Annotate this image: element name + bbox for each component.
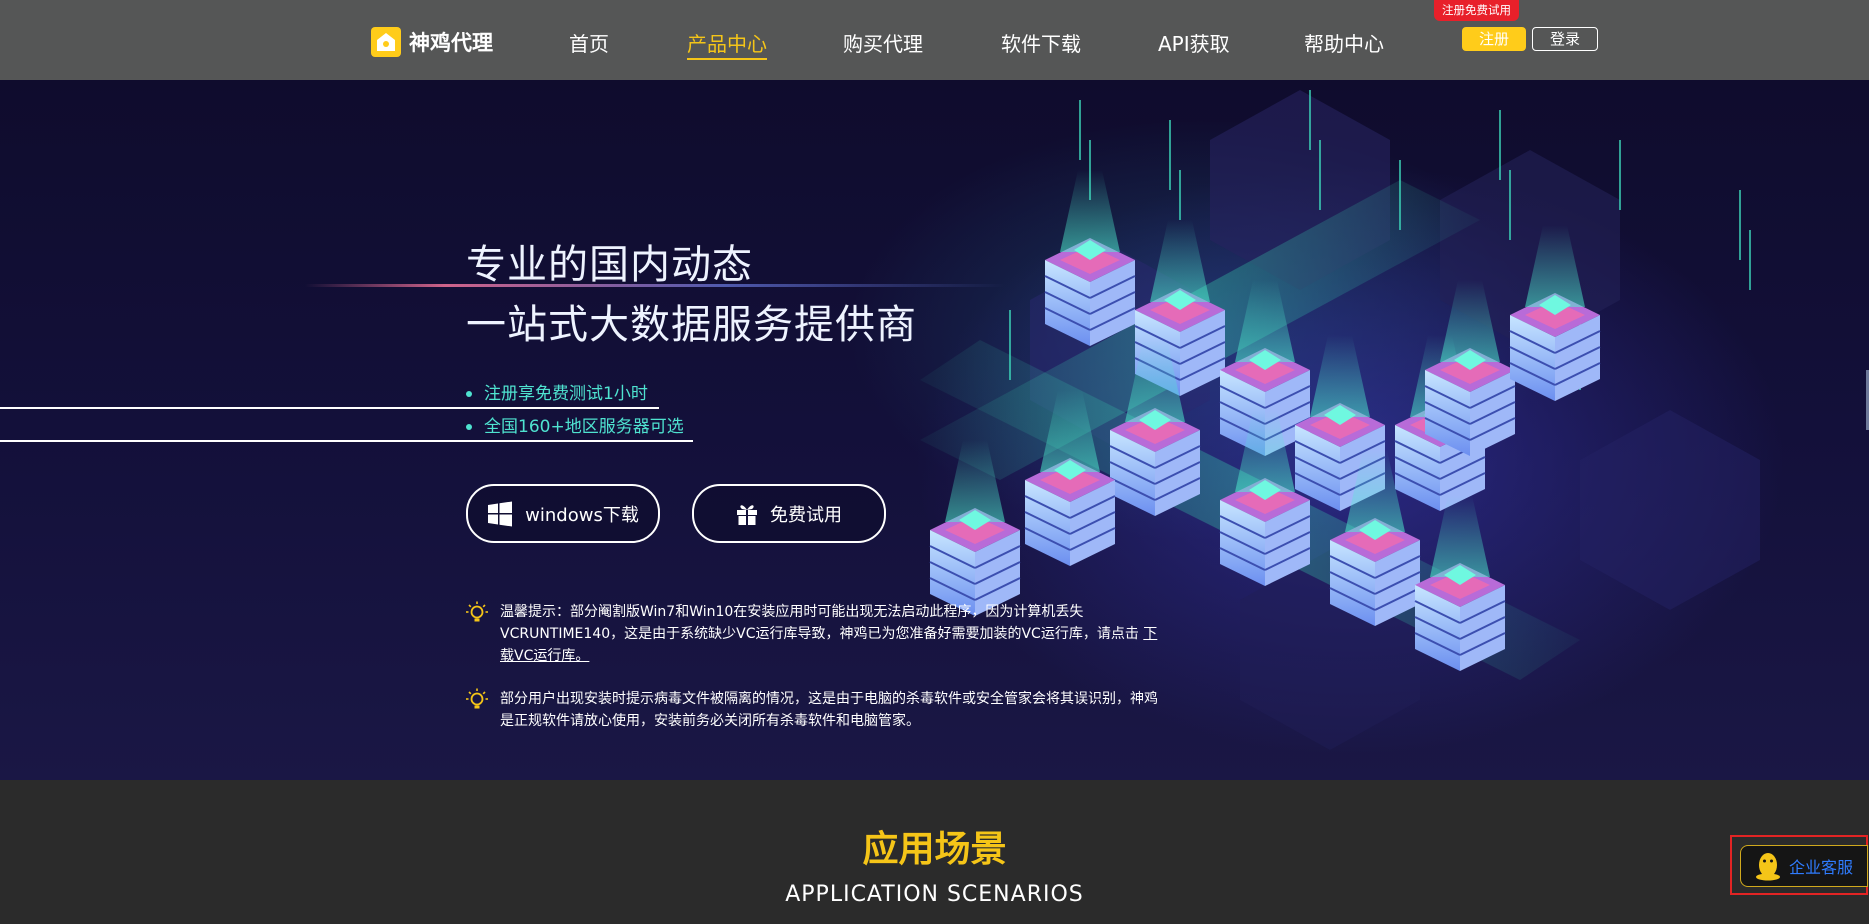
enterprise-service-label: 企业客服 [1789, 858, 1854, 877]
server-illustration [920, 90, 1760, 750]
nav-products[interactable]: 产品中心 [687, 28, 767, 60]
hero-banner: 专业的国内动态 一站式大数据服务提供商 注册享免费测试1小时 全国160+地区服… [0, 80, 1869, 780]
nav-home[interactable]: 首页 [569, 28, 609, 57]
lightbulb-icon [466, 688, 488, 709]
hero-headline-line-1: 专业的国内动态 [466, 242, 753, 288]
feature-item-free-trial: 注册享免费测试1小时 [466, 379, 648, 404]
logo-icon [371, 27, 401, 57]
feature-item-server-regions: 全国160+地区服务器可选 [466, 412, 684, 437]
top-navigation-bar: 神鸡代理 首页 产品中心 购买代理 软件下载 API获取 帮助中心 注册免费试用… [0, 0, 1869, 80]
section-subtitle: APPLICATION SCENARIOS [785, 882, 1084, 907]
free-trial-button[interactable]: 免费试用 [692, 484, 886, 543]
promo-badge: 注册免费试用 [1434, 0, 1519, 21]
login-button[interactable]: 登录 [1532, 27, 1598, 51]
tip-vc-runtime: 温馨提示：部分阉割版Win7和Win10在安装应用时可能出现无法启动此程序，因为… [466, 601, 1166, 667]
nav-help-center[interactable]: 帮助中心 [1304, 28, 1384, 57]
feature-label: 注册享免费测试1小时 [484, 384, 648, 404]
tip-vc-runtime-text: 温馨提示：部分阉割版Win7和Win10在安装应用时可能出现无法启动此程序，因为… [500, 604, 1139, 642]
register-button[interactable]: 注册 [1462, 27, 1526, 51]
nav-api[interactable]: API获取 [1158, 28, 1230, 57]
section-title: 应用场景 [862, 829, 1007, 870]
windows-download-button[interactable]: windows下载 [466, 484, 660, 543]
gift-icon [737, 504, 757, 525]
tip-antivirus: 部分用户出现安装时提示病毒文件被隔离的情况，这是由于电脑的杀毒软件或安全管家会将… [466, 688, 1166, 732]
tip-antivirus-text: 部分用户出现安装时提示病毒文件被隔离的情况，这是由于电脑的杀毒软件或安全管家会将… [500, 691, 1158, 729]
site-logo[interactable]: 神鸡代理 [371, 27, 493, 57]
lightbulb-icon [466, 601, 488, 622]
windows-icon [488, 501, 513, 526]
nav-software-download[interactable]: 软件下载 [1001, 28, 1081, 57]
feature-label: 全国160+地区服务器可选 [484, 417, 684, 437]
feature-underline [0, 440, 693, 442]
bullet-dot [466, 391, 472, 397]
free-trial-label: 免费试用 [770, 504, 842, 526]
enterprise-service-button[interactable]: 企业客服 [1740, 845, 1868, 887]
nav-buy-proxy[interactable]: 购买代理 [843, 28, 923, 57]
qq-penguin-icon [1756, 853, 1780, 881]
hero-headline-line-2: 一站式大数据服务提供商 [466, 302, 917, 348]
logo-text: 神鸡代理 [409, 31, 493, 55]
feature-underline [0, 407, 659, 409]
bullet-dot [466, 424, 472, 430]
windows-download-label: windows下载 [525, 504, 639, 526]
